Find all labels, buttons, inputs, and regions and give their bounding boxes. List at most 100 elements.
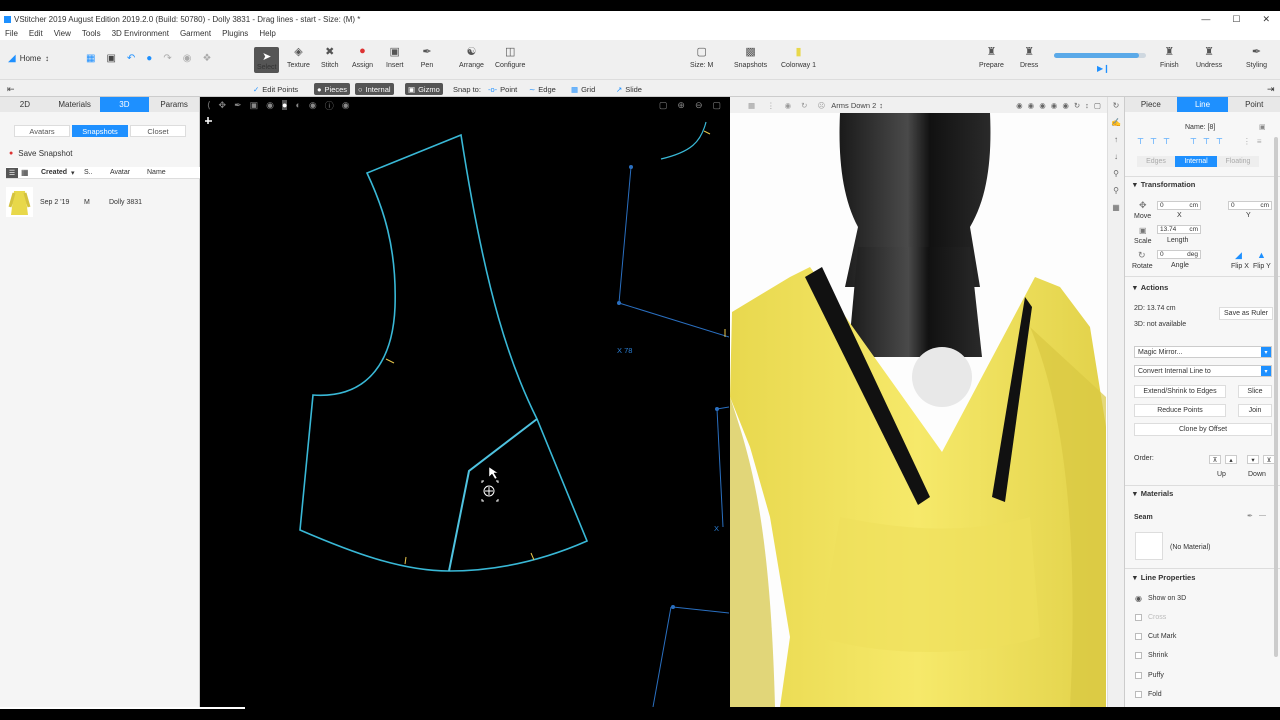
arrow-down-icon[interactable]: ↓ <box>1114 152 1118 161</box>
puffy-checkbox[interactable]: Puffy <box>1135 672 1164 679</box>
col-created[interactable]: Created <box>41 169 67 176</box>
open-folder-icon[interactable]: ▦ <box>86 53 95 64</box>
subtab-snapshots[interactable]: Snapshots <box>72 125 128 137</box>
fold-checkbox[interactable]: Fold <box>1135 691 1162 698</box>
order-top-icon[interactable]: ⊼ <box>1209 455 1221 464</box>
reduce-points-button[interactable]: Reduce Points <box>1134 404 1226 417</box>
view-back-icon[interactable]: ◉ <box>1039 101 1046 110</box>
edit-points-button[interactable]: ✓ Edit Points <box>250 83 301 95</box>
configure-tool[interactable]: ◫ Configure <box>495 44 525 70</box>
grid-toggle-icon[interactable]: ▦ <box>748 101 755 110</box>
history-view-icon[interactable]: ↻ <box>801 101 807 110</box>
flip-x-icon[interactable]: ◢ <box>1235 250 1242 261</box>
tshirt-icon[interactable]: ◉ <box>1062 101 1069 110</box>
menu-file[interactable]: File <box>5 29 18 38</box>
align-bottom-icon[interactable]: ⊤ <box>1216 137 1223 146</box>
menu-plugins[interactable]: Plugins <box>222 29 248 38</box>
pen-tool[interactable]: ✒ Pen <box>420 44 434 70</box>
transformation-section[interactable]: ▾ Transformation <box>1133 180 1195 189</box>
align-left-icon[interactable]: ⊤ <box>1137 137 1144 146</box>
pattern-window[interactable]: ⟨ ✥ ✒ ▣ ◉ ● ◐ ◉ ⓘ ◉ ▢ ⊕ ⊖ ▢ X 78 X <box>201 97 729 707</box>
frame-all-icon[interactable]: ▦ <box>1112 203 1120 212</box>
save-as-ruler-button[interactable]: Save as Ruler <box>1219 307 1273 320</box>
view-side-icon[interactable]: ◉ <box>1028 101 1035 110</box>
close-button[interactable]: ✕ <box>1262 14 1270 25</box>
clone-by-offset-button[interactable]: Clone by Offset <box>1134 423 1272 436</box>
materials-section[interactable]: ▾ Materials <box>1133 489 1173 498</box>
home-button[interactable]: ◢ Home ↕ <box>8 53 49 64</box>
history-icon[interactable]: ● <box>146 53 152 64</box>
menu-3d-environment[interactable]: 3D Environment <box>112 29 169 38</box>
styling-button[interactable]: ✒ Styling <box>1246 44 1267 70</box>
undress-button[interactable]: ♜ Undress <box>1196 44 1222 70</box>
y-input[interactable]: 0 cm <box>1228 201 1272 210</box>
maximize-3d-icon[interactable]: ▢ <box>1094 101 1101 110</box>
segtab-internal[interactable]: Internal <box>1175 156 1217 167</box>
rotate-icon[interactable]: ↻ <box>1113 101 1120 110</box>
col-name[interactable]: Name <box>147 169 166 176</box>
subtab-avatars[interactable]: Avatars <box>14 125 70 137</box>
hide-avatar-icon[interactable]: ◉ <box>1051 101 1058 110</box>
zoom-icon[interactable]: ⚲ <box>1113 169 1119 178</box>
tab-2d[interactable]: 2D <box>0 97 50 112</box>
grid-view-icon[interactable]: ▦ <box>21 168 29 177</box>
tab-line[interactable]: Line <box>1176 97 1229 112</box>
maximize-button[interactable]: ☐ <box>1232 14 1240 25</box>
join-button[interactable]: Join <box>1238 404 1272 417</box>
line-properties-section[interactable]: ▾ Line Properties <box>1133 573 1195 582</box>
menu-edit[interactable]: Edit <box>29 29 43 38</box>
menu-view[interactable]: View <box>54 29 71 38</box>
segtab-floating[interactable]: Floating <box>1217 156 1259 167</box>
collapse-left-icon[interactable]: ⇤ <box>4 83 18 95</box>
dress-button[interactable]: ♜ Dress <box>1020 44 1038 70</box>
col-avatar[interactable]: Avatar <box>110 169 130 176</box>
pin-view-icon[interactable]: ◉ <box>785 101 792 110</box>
material-swatch[interactable] <box>1135 532 1163 560</box>
align-top-icon[interactable]: ⊤ <box>1190 137 1197 146</box>
zoom-fit-icon[interactable]: ⚲ <box>1113 186 1119 195</box>
col-size[interactable]: S.. <box>84 169 93 176</box>
pan-icon[interactable]: ✍ <box>1111 118 1121 127</box>
snapshots-selector[interactable]: ▩ Snapshots <box>734 44 767 70</box>
colorway-selector[interactable]: ▮ Colorway 1 <box>781 44 816 70</box>
edit-pen-icon[interactable]: ✒ <box>1247 512 1253 520</box>
stitch-tool[interactable]: ✖ Stitch <box>321 44 339 70</box>
arrange-tool[interactable]: ☯ Arrange <box>459 44 484 70</box>
assign-tool[interactable]: ● Assign <box>352 44 373 69</box>
view-front-icon[interactable]: ◉ <box>1016 101 1023 110</box>
order-down-icon[interactable]: ▾ <box>1247 455 1259 464</box>
align-middle-icon[interactable]: ⊤ <box>1203 137 1210 146</box>
size-selector[interactable]: ▢ Size: M <box>690 44 713 70</box>
tab-piece[interactable]: Piece <box>1125 97 1177 112</box>
show-on-3d-toggle[interactable]: ◉ Show on 3D <box>1135 594 1186 603</box>
shrink-checkbox[interactable]: Shrink <box>1135 652 1168 659</box>
pattern-canvas[interactable] <box>201 97 729 707</box>
gizmo-toggle[interactable]: ▣ Gizmo <box>405 83 443 95</box>
snap-edge-toggle[interactable]: ∼ Edge <box>526 83 559 95</box>
finish-button[interactable]: ♜ Finish <box>1160 44 1179 70</box>
pieces-toggle[interactable]: ● Pieces <box>314 83 351 95</box>
distribute-v-icon[interactable]: ≡ <box>1257 137 1262 146</box>
play-icon[interactable]: ▶❙ <box>1097 64 1110 73</box>
segtab-edges[interactable]: Edges <box>1137 156 1175 167</box>
avatar-icon[interactable]: ☹ <box>817 101 825 110</box>
reset-view-icon[interactable]: ↻ <box>1074 101 1080 110</box>
save-icon[interactable]: ▣ <box>106 53 115 64</box>
internal-toggle[interactable]: ○ Internal <box>355 83 394 95</box>
camera-icon[interactable]: ◉ <box>183 53 192 64</box>
angle-input[interactable]: 0 deg <box>1157 250 1201 259</box>
extend-shrink-button[interactable]: Extend/Shrink to Edges <box>1134 385 1226 398</box>
cut-mark-checkbox[interactable]: Cut Mark <box>1135 633 1176 640</box>
flip-y-icon[interactable]: ▲ <box>1257 250 1266 260</box>
slice-button[interactable]: Slice <box>1238 385 1272 398</box>
table-row[interactable]: Sep 2 '19 M Dolly 3831 <box>6 187 200 217</box>
slide-toggle[interactable]: ↗ Slide <box>613 83 645 95</box>
snap-point-toggle[interactable]: -o- Point <box>485 83 520 95</box>
pin-icon[interactable]: ❖ <box>202 53 211 64</box>
subtab-closet[interactable]: Closet <box>130 125 186 137</box>
menu-garment[interactable]: Garment <box>180 29 211 38</box>
insert-tool[interactable]: ▣ Insert <box>386 44 404 70</box>
ruler-icon[interactable]: ⋮ <box>767 101 775 110</box>
x-input[interactable]: 0 cm <box>1157 201 1201 210</box>
menu-tools[interactable]: Tools <box>82 29 101 38</box>
